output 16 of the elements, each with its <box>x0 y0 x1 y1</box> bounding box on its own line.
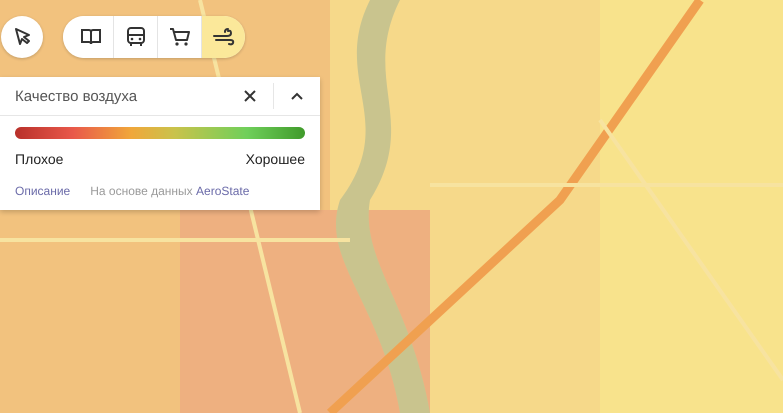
bus-icon <box>126 26 146 48</box>
caret-icon <box>291 92 303 100</box>
close-icon <box>244 90 256 102</box>
panel-title: Качество воздуха <box>14 88 138 104</box>
layer-button[interactable] <box>113 16 157 58</box>
source-text: На основе данных AeroState <box>90 184 250 198</box>
layer-button[interactable] <box>157 16 201 58</box>
layer-button[interactable] <box>201 16 245 58</box>
description-link[interactable]: Описание <box>15 184 70 198</box>
book-icon <box>80 27 102 47</box>
layer-button[interactable] <box>63 16 113 58</box>
cart-icon <box>168 26 190 48</box>
wind-icon <box>212 28 234 46</box>
scale-high-label: Хорошее <box>246 151 305 167</box>
scale-low-label: Плохое <box>15 151 64 167</box>
source-link[interactable]: AeroState <box>196 184 250 198</box>
